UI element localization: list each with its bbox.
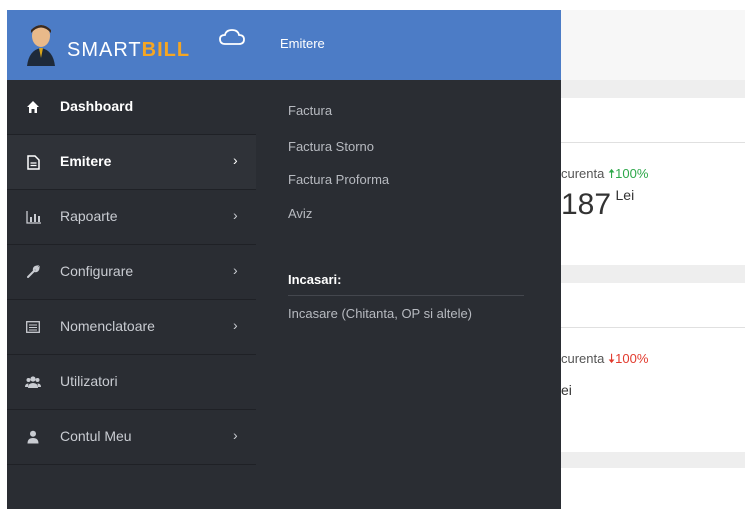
sidebar-item-dashboard[interactable]: Dashboard [7,80,256,135]
content-gap [561,452,745,468]
stat-unit: Lei [615,187,635,203]
brand-smart: SMART [67,39,142,61]
top-bar [561,10,745,80]
chevron-right-icon: › [233,152,238,168]
sidebar-menu: Dashboard Emitere › Rapoarte › Configura… [7,80,256,465]
chevron-right-icon: › [233,262,238,278]
stat-unit: ei [561,382,572,398]
brand-logo[interactable]: SMARTBILL [67,39,190,61]
chevron-right-icon: › [233,427,238,443]
users-icon [25,374,41,390]
sidebar-item-label: Emitere [60,153,112,169]
stat-value: 187 [561,188,612,221]
wrench-icon [25,264,41,280]
trend-row: curenta 🠇100% [561,350,648,372]
sidebar: SMARTBILL Dashboard Emitere › Rapoarte › [7,10,256,509]
sidebar-item-configurare[interactable]: Configurare › [7,245,256,300]
stat-card: curenta 🠅100% 187 Lei [561,142,745,266]
trend-row: curenta 🠅100% [561,165,648,187]
submenu-link-aviz[interactable]: Aviz [288,206,312,221]
home-icon [25,99,41,115]
sidebar-item-contul-meu[interactable]: Contul Meu › [7,410,256,465]
submenu-link-factura[interactable]: Factura [288,103,332,118]
trend-percent: 100% [615,166,649,181]
submenu-panel: Emitere Factura Factura Storno Factura P… [256,10,561,509]
content-strip [561,80,745,98]
sidebar-item-utilizatori[interactable]: Utilizatori [7,355,256,410]
stat-card: curenta 🠇100% ei [561,327,745,453]
submenu-header: Emitere [256,10,561,80]
sidebar-item-label: Rapoarte [60,208,118,224]
avatar [27,25,55,66]
document-icon [25,154,41,170]
chevron-right-icon: › [233,207,238,223]
cloud-icon [219,29,245,45]
submenu-link-factura-proforma[interactable]: Factura Proforma [288,172,389,187]
submenu-divider [288,295,524,296]
bar-chart-icon [25,209,41,225]
trend-label: curenta [561,166,605,181]
sidebar-item-label: Dashboard [60,98,134,114]
submenu-link-incasare[interactable]: Incasare (Chitanta, OP si altele) [288,306,472,321]
sidebar-item-rapoarte[interactable]: Rapoarte › [7,190,256,245]
brand-bill: BILL [141,39,191,61]
sidebar-item-label: Nomenclatoare [60,318,155,334]
list-icon [25,319,41,335]
stat-value-row: 187 Lei [561,187,634,222]
trend-label: curenta [561,351,605,366]
logo-bar: SMARTBILL [7,10,256,80]
trend-percent: 100% [615,351,649,366]
sidebar-item-label: Contul Meu [60,428,132,444]
submenu-title: Emitere [280,36,325,51]
submenu-section-title: Incasari: [288,272,342,287]
user-icon [25,429,41,445]
sidebar-item-label: Utilizatori [60,373,118,389]
sidebar-item-emitere[interactable]: Emitere › [7,135,256,190]
chevron-right-icon: › [233,317,238,333]
content-gap [561,265,745,283]
submenu-link-factura-storno[interactable]: Factura Storno [288,139,374,154]
sidebar-item-nomenclatoare[interactable]: Nomenclatoare › [7,300,256,355]
sidebar-item-label: Configurare [60,263,134,279]
